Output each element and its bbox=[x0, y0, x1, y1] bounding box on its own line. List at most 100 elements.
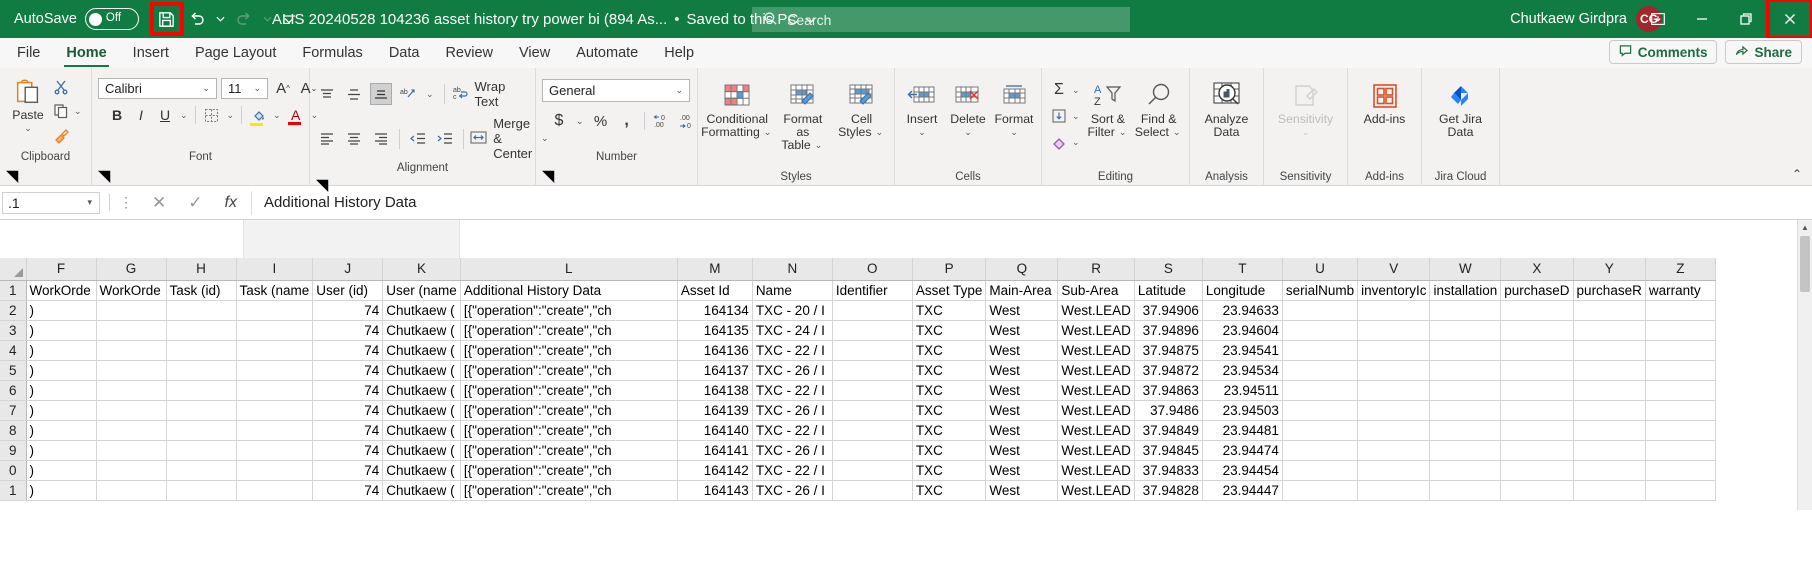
cell-Z[interactable] bbox=[1645, 380, 1715, 400]
cell-M[interactable]: 164137 bbox=[677, 360, 752, 380]
cell-I[interactable] bbox=[236, 400, 313, 420]
cell-Q[interactable]: West bbox=[986, 440, 1058, 460]
cell-G[interactable] bbox=[96, 460, 166, 480]
cell-I[interactable] bbox=[236, 300, 313, 320]
row-header[interactable]: 0 bbox=[0, 460, 26, 480]
cell-O1[interactable]: Identifier bbox=[832, 280, 912, 300]
align-center-icon[interactable] bbox=[343, 128, 365, 150]
cell-styles-button[interactable]: Cell Styles ⌄ bbox=[835, 77, 888, 139]
cell-W[interactable] bbox=[1430, 400, 1501, 420]
sensitivity-button[interactable]: Sensitivity ⌄ bbox=[1271, 77, 1341, 139]
row-header[interactable]: 1 bbox=[0, 480, 26, 500]
cell-P[interactable]: TXC bbox=[912, 320, 986, 340]
cell-X[interactable] bbox=[1501, 380, 1573, 400]
cell-K[interactable]: Chutkaew ( bbox=[383, 440, 461, 460]
tab-help[interactable]: Help bbox=[651, 39, 707, 67]
cell-K[interactable]: Chutkaew ( bbox=[383, 480, 461, 500]
align-right-icon[interactable] bbox=[370, 128, 392, 150]
get-jira-data-button[interactable]: Get Jira Data bbox=[1429, 77, 1493, 139]
font-name-caret-icon[interactable]: ⌄ bbox=[200, 83, 212, 94]
cell-V[interactable] bbox=[1358, 380, 1430, 400]
table-row[interactable]: 7 ) 74 Chutkaew ( [{"operation":"create"… bbox=[0, 400, 1715, 420]
cell-M[interactable]: 164136 bbox=[677, 340, 752, 360]
column-header-J[interactable]: J bbox=[313, 258, 383, 280]
find-select-button[interactable]: Find & Select ⌄ bbox=[1134, 77, 1183, 139]
cell-G[interactable] bbox=[96, 400, 166, 420]
cell-Y[interactable] bbox=[1573, 420, 1645, 440]
cell-Z1[interactable]: warranty bbox=[1645, 280, 1715, 300]
cell-I[interactable] bbox=[236, 480, 313, 500]
tab-review[interactable]: Review bbox=[432, 39, 506, 67]
cell-J[interactable]: 74 bbox=[313, 400, 383, 420]
cell-I[interactable] bbox=[236, 360, 313, 380]
cell-P1[interactable]: Asset Type bbox=[912, 280, 986, 300]
cell-X[interactable] bbox=[1501, 460, 1573, 480]
cell-N[interactable]: TXC - 26 / I bbox=[752, 400, 832, 420]
select-all-corner[interactable] bbox=[0, 258, 26, 280]
column-header-S[interactable]: S bbox=[1134, 258, 1202, 280]
autosum-icon[interactable]: Σ bbox=[1048, 79, 1070, 101]
format-painter-icon[interactable] bbox=[50, 124, 72, 146]
cell-H[interactable] bbox=[166, 400, 236, 420]
cell-F[interactable]: ) bbox=[26, 300, 96, 320]
cell-M[interactable]: 164143 bbox=[677, 480, 752, 500]
cell-N[interactable]: TXC - 24 / I bbox=[752, 320, 832, 340]
column-header-K[interactable]: K bbox=[383, 258, 461, 280]
format-as-table-button[interactable]: Format as Table ⌄ bbox=[773, 77, 834, 152]
cell-P[interactable]: TXC bbox=[912, 480, 986, 500]
document-title-area[interactable]: ALIS 20240528 104236 asset history try p… bbox=[272, 11, 816, 28]
cell-G1[interactable]: WorkOrde bbox=[96, 280, 166, 300]
cell-J[interactable]: 74 bbox=[313, 360, 383, 380]
cell-F[interactable]: ) bbox=[26, 440, 96, 460]
cell-M[interactable]: 164135 bbox=[677, 320, 752, 340]
accounting-format-icon[interactable]: $ bbox=[548, 110, 570, 132]
cell-J[interactable]: 74 bbox=[313, 320, 383, 340]
fill-color-icon[interactable] bbox=[247, 104, 269, 126]
cell-Z[interactable] bbox=[1645, 360, 1715, 380]
cell-K1[interactable]: User (name bbox=[383, 280, 461, 300]
cell-S[interactable]: 37.94863 bbox=[1134, 380, 1202, 400]
cell-J1[interactable]: User (id) bbox=[313, 280, 383, 300]
cell-G[interactable] bbox=[96, 380, 166, 400]
cell-J[interactable]: 74 bbox=[313, 480, 383, 500]
cell-V[interactable] bbox=[1358, 480, 1430, 500]
cell-V[interactable] bbox=[1358, 360, 1430, 380]
row-header[interactable]: 3 bbox=[0, 320, 26, 340]
cut-icon[interactable] bbox=[50, 76, 72, 98]
cell-S[interactable]: 37.94896 bbox=[1134, 320, 1202, 340]
cell-X[interactable] bbox=[1501, 320, 1573, 340]
cell-P[interactable]: TXC bbox=[912, 420, 986, 440]
cell-F[interactable]: ) bbox=[26, 400, 96, 420]
column-header-X[interactable]: X bbox=[1501, 258, 1573, 280]
cell-K[interactable]: Chutkaew ( bbox=[383, 300, 461, 320]
insert-cells-caret-icon[interactable]: ⌄ bbox=[916, 126, 928, 139]
cell-N1[interactable]: Name bbox=[752, 280, 832, 300]
comments-button[interactable]: Comments bbox=[1609, 40, 1718, 64]
cell-V[interactable] bbox=[1358, 320, 1430, 340]
cell-Q[interactable]: West bbox=[986, 420, 1058, 440]
cell-N[interactable]: TXC - 22 / I bbox=[752, 420, 832, 440]
cell-F[interactable]: ) bbox=[26, 360, 96, 380]
delete-cells-caret-icon[interactable]: ⌄ bbox=[962, 126, 974, 139]
column-header-Q[interactable]: Q bbox=[986, 258, 1058, 280]
cell-P[interactable]: TXC bbox=[912, 440, 986, 460]
scrollbar-thumb[interactable] bbox=[1800, 236, 1810, 292]
cell-V[interactable] bbox=[1358, 420, 1430, 440]
cell-N[interactable]: TXC - 26 / I bbox=[752, 360, 832, 380]
column-header-F[interactable]: F bbox=[26, 258, 96, 280]
minimize-button[interactable] bbox=[1680, 0, 1724, 38]
cell-K[interactable]: Chutkaew ( bbox=[383, 320, 461, 340]
cell-Z[interactable] bbox=[1645, 340, 1715, 360]
enter-formula-icon[interactable]: ✓ bbox=[188, 193, 202, 213]
cell-M[interactable]: 164138 bbox=[677, 380, 752, 400]
cell-R[interactable]: West.LEAD bbox=[1058, 440, 1135, 460]
cell-K[interactable]: Chutkaew ( bbox=[383, 380, 461, 400]
row-header[interactable]: 8 bbox=[0, 420, 26, 440]
cell-H[interactable] bbox=[166, 340, 236, 360]
cell-T[interactable]: 23.94511 bbox=[1202, 380, 1282, 400]
cell-L[interactable]: [{"operation":"create","ch bbox=[460, 380, 677, 400]
cell-R[interactable]: West.LEAD bbox=[1058, 380, 1135, 400]
cell-S[interactable]: 37.94872 bbox=[1134, 360, 1202, 380]
cell-J[interactable]: 74 bbox=[313, 440, 383, 460]
column-header-H[interactable]: H bbox=[166, 258, 236, 280]
